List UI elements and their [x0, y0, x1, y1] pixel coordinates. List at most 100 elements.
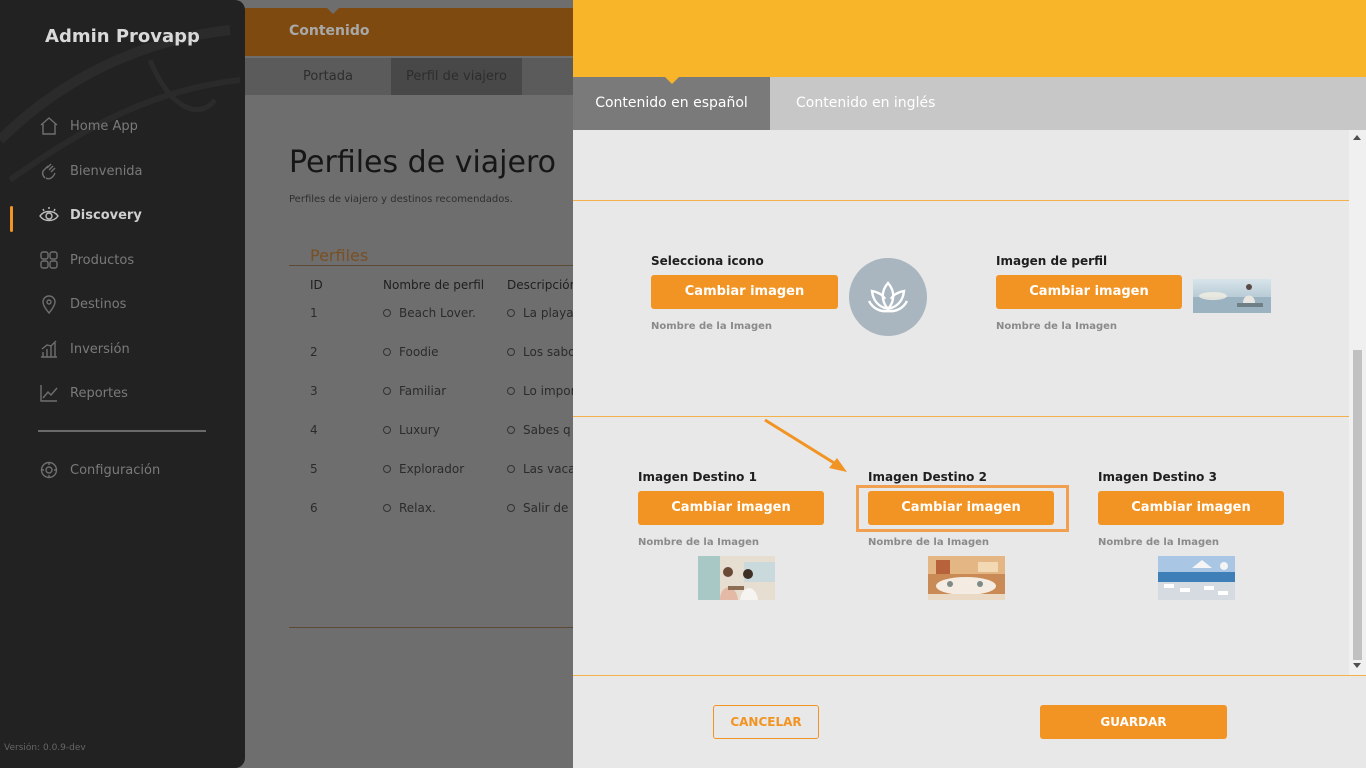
scrollbar-thumb[interactable] — [1353, 350, 1362, 660]
sidebar-item-discovery[interactable]: Discovery — [38, 203, 142, 227]
gear-icon — [38, 460, 60, 480]
scrollbar[interactable] — [1349, 130, 1366, 675]
radio-icon — [383, 309, 391, 317]
page-subtitle: Perfiles de viajero y destinos recomenda… — [289, 194, 513, 205]
language-tabs: Contenido en español Contenido en inglés — [573, 77, 1366, 130]
sidebar-item-reportes[interactable]: Reportes — [38, 381, 128, 405]
tab-contenido-ingles[interactable]: Contenido en inglés — [796, 77, 935, 130]
cell-name: Luxury — [383, 423, 440, 437]
radio-icon — [507, 387, 515, 395]
home-icon — [38, 116, 60, 136]
section-label: Perfiles — [310, 246, 369, 265]
cell-description: La playa — [507, 306, 574, 320]
save-button[interactable]: GUARDAR — [1040, 705, 1227, 739]
table-row[interactable]: 1 Beach Lover. La playa — [310, 306, 575, 326]
change-destination-2-button[interactable]: Cambiar imagen — [868, 491, 1054, 525]
tab-notch — [665, 77, 679, 84]
sidebar-item-label: Inversión — [70, 341, 130, 357]
edit-profile-panel: Contenido en español Contenido en inglés… — [573, 0, 1366, 768]
table-header-description: Descripción — [507, 278, 578, 292]
radio-icon — [507, 504, 515, 512]
radio-icon — [507, 309, 515, 317]
table-row[interactable]: 3 Familiar Lo impor — [310, 384, 576, 404]
lotus-icon — [849, 258, 927, 336]
cell-id: 3 — [310, 384, 318, 398]
cell-name: Familiar — [383, 384, 446, 398]
scroll-up-icon[interactable] — [1353, 135, 1361, 140]
cell-id: 5 — [310, 462, 318, 476]
grid-icon — [38, 250, 60, 270]
eye-icon — [38, 205, 60, 225]
content-header-title: Contenido — [289, 23, 370, 39]
panel-scroll-area[interactable]: Selecciona icono Cambiar imagen Nombre d… — [573, 130, 1366, 675]
cell-name: Beach Lover. — [383, 306, 476, 320]
footer-divider — [573, 675, 1366, 676]
panel-header — [573, 0, 1366, 77]
annotation-arrow-icon — [764, 418, 847, 472]
sidebar-item-destinos[interactable]: Destinos — [38, 292, 126, 316]
radio-icon — [383, 504, 391, 512]
destination-3-label: Imagen Destino 3 — [1098, 470, 1217, 484]
change-profile-image-button[interactable]: Cambiar imagen — [996, 275, 1182, 309]
wave-hand-icon — [38, 161, 60, 181]
sidebar-item-configuracion[interactable]: Configuración — [38, 458, 160, 482]
line-chart-icon — [38, 383, 60, 403]
content-header: Contenido — [245, 8, 575, 56]
header-notch — [327, 8, 339, 14]
sidebar-item-label: Destinos — [70, 296, 127, 312]
section-divider — [573, 200, 1349, 201]
sidebar-item-inversion[interactable]: Inversión — [38, 337, 130, 361]
sidebar-item-label: Home App — [70, 118, 138, 134]
sidebar-item-label: Reportes — [70, 385, 128, 401]
radio-icon — [507, 348, 515, 356]
change-icon-button[interactable]: Cambiar imagen — [651, 275, 838, 309]
sidebar-item-label: Productos — [70, 252, 135, 268]
sidebar-item-bienvenida[interactable]: Bienvenida — [38, 159, 143, 183]
scroll-down-icon[interactable] — [1353, 663, 1361, 668]
destination-1-image-name: Nombre de la Imagen — [638, 537, 760, 548]
sidebar-item-label: Bienvenida — [70, 163, 143, 179]
profile-image-name: Nombre de la Imagen — [996, 321, 1118, 332]
section-divider — [573, 416, 1349, 417]
tab-portada[interactable]: Portada — [303, 58, 353, 95]
change-destination-3-button[interactable]: Cambiar imagen — [1098, 491, 1284, 525]
sidebar-item-home-app[interactable]: Home App — [38, 114, 138, 138]
icon-image-name: Nombre de la Imagen — [651, 321, 773, 332]
tab-perfil-de-viajero[interactable]: Perfil de viajero — [391, 58, 522, 95]
sidebar-item-label: Discovery — [70, 207, 142, 223]
table-row[interactable]: 5 Explorador Las vaca — [310, 462, 576, 482]
page-title: Perfiles de viajero — [289, 145, 556, 180]
table-row[interactable]: 4 Luxury Sabes q — [310, 423, 575, 443]
cell-name: Explorador — [383, 462, 464, 476]
radio-icon — [383, 387, 391, 395]
destination-1-label: Imagen Destino 1 — [638, 470, 757, 484]
cancel-button[interactable]: CANCELAR — [713, 705, 819, 739]
table-row[interactable]: 2 Foodie Los sabo — [310, 345, 575, 365]
profile-image-thumbnail — [1193, 279, 1271, 313]
cell-description: Los sabo — [507, 345, 575, 359]
subtabs: Portada Perfil de viajero — [245, 58, 575, 95]
sidebar-item-label: Configuración — [70, 462, 161, 478]
destination-2-image-name: Nombre de la Imagen — [868, 537, 990, 548]
destination-3-thumbnail — [1158, 556, 1235, 600]
table-row[interactable]: 6 Relax. Salir de l — [310, 501, 576, 521]
cell-description: Salir de l — [507, 501, 576, 515]
tab-contenido-espanol[interactable]: Contenido en español — [573, 77, 770, 130]
table-bottom-divider — [289, 627, 575, 628]
radio-icon — [383, 348, 391, 356]
change-destination-1-button[interactable]: Cambiar imagen — [638, 491, 824, 525]
map-pin-icon — [38, 294, 60, 314]
brand-title: Admin Provapp — [45, 26, 200, 47]
sidebar-item-productos[interactable]: Productos — [38, 248, 134, 272]
bar-chart-icon — [38, 339, 60, 359]
cell-description: Lo impor — [507, 384, 576, 398]
sidebar: Admin Provapp Home App Bienvenida Discov… — [0, 0, 245, 768]
radio-icon — [383, 426, 391, 434]
radio-icon — [383, 465, 391, 473]
tab-label: Contenido en español — [595, 95, 748, 111]
cell-description: Las vaca — [507, 462, 576, 476]
cell-id: 2 — [310, 345, 318, 359]
radio-icon — [507, 426, 515, 434]
destination-3-image-name: Nombre de la Imagen — [1098, 537, 1220, 548]
cell-id: 4 — [310, 423, 318, 437]
